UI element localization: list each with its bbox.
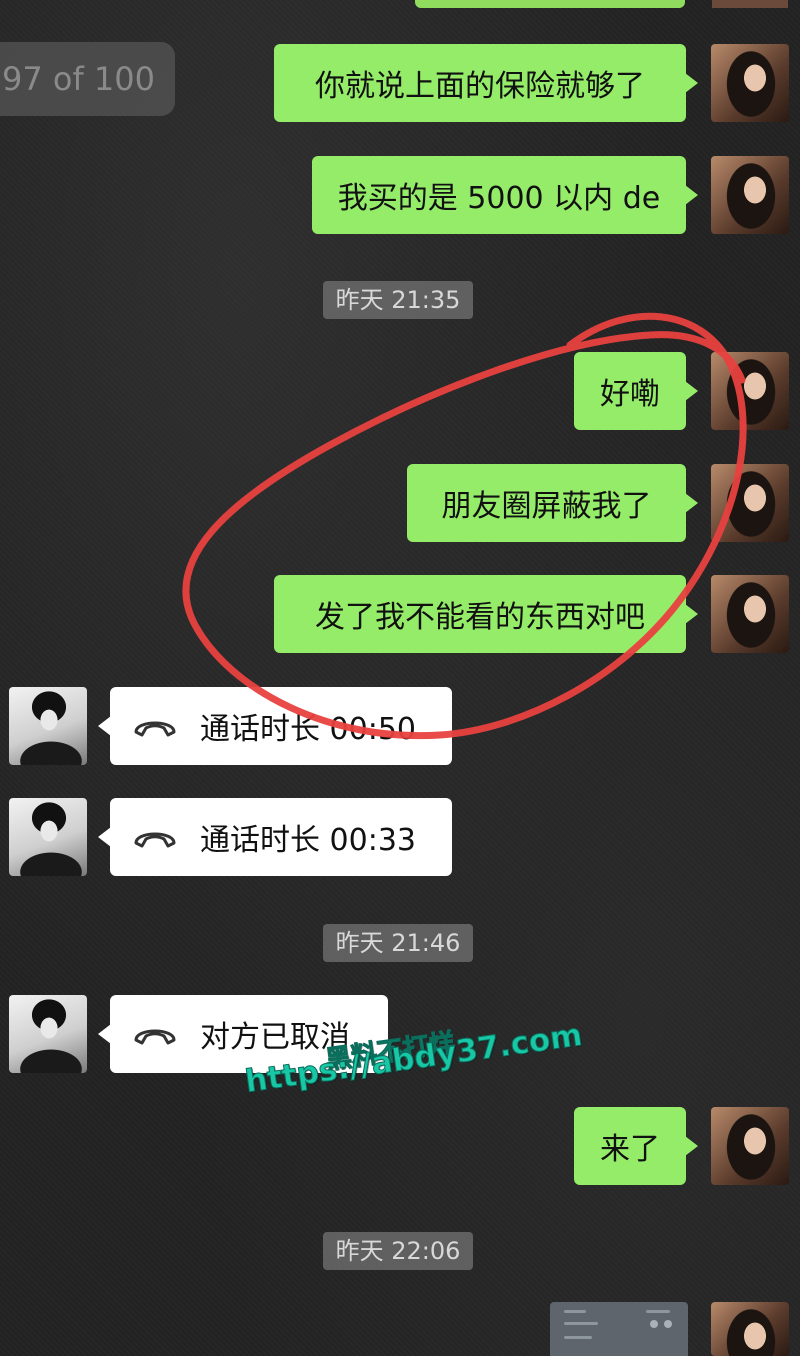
avatar-her[interactable] (711, 156, 789, 234)
timestamp: 昨天 21:46 (323, 924, 473, 962)
avatar-her[interactable] (711, 352, 789, 430)
avatar-her[interactable] (711, 575, 789, 653)
message-bubble-sent[interactable]: 发了我不能看的东西对吧 (274, 575, 698, 653)
call-duration-text: 通话时长 00:50 (200, 712, 416, 747)
avatar-him[interactable] (9, 798, 87, 876)
call-record-bubble[interactable]: 通话时长 00:33 (98, 798, 452, 876)
message-bubble-sent[interactable]: 来了 (574, 1107, 698, 1185)
avatar-him[interactable] (9, 995, 87, 1073)
avatar-her[interactable] (711, 44, 789, 122)
phone-hangup-icon (134, 1029, 176, 1045)
message-bubble-sent[interactable]: 好嘞 (574, 352, 698, 430)
message-bubble-sent[interactable]: 朋友圈屏蔽我了 (407, 464, 698, 542)
call-record-bubble[interactable]: 通话时长 00:50 (98, 687, 452, 765)
previous-message-edge (415, 0, 685, 8)
phone-hangup-icon (134, 832, 176, 848)
image-message-thumbnail[interactable] (550, 1302, 688, 1356)
timestamp: 昨天 21:35 (323, 281, 473, 319)
page-counter: 97 of 100 (0, 42, 175, 116)
previous-avatar-edge (712, 0, 788, 8)
avatar-her[interactable] (711, 1302, 789, 1356)
call-duration-text: 通话时长 00:33 (200, 823, 416, 858)
avatar-her[interactable] (711, 1107, 789, 1185)
timestamp: 昨天 22:06 (323, 1232, 473, 1270)
message-bubble-sent[interactable]: 我买的是 5000 以内 de (312, 156, 698, 234)
avatar-her[interactable] (711, 464, 789, 542)
message-bubble-sent[interactable]: 你就说上面的保险就够了 (274, 44, 698, 122)
avatar-him[interactable] (9, 687, 87, 765)
phone-hangup-icon (134, 721, 176, 737)
